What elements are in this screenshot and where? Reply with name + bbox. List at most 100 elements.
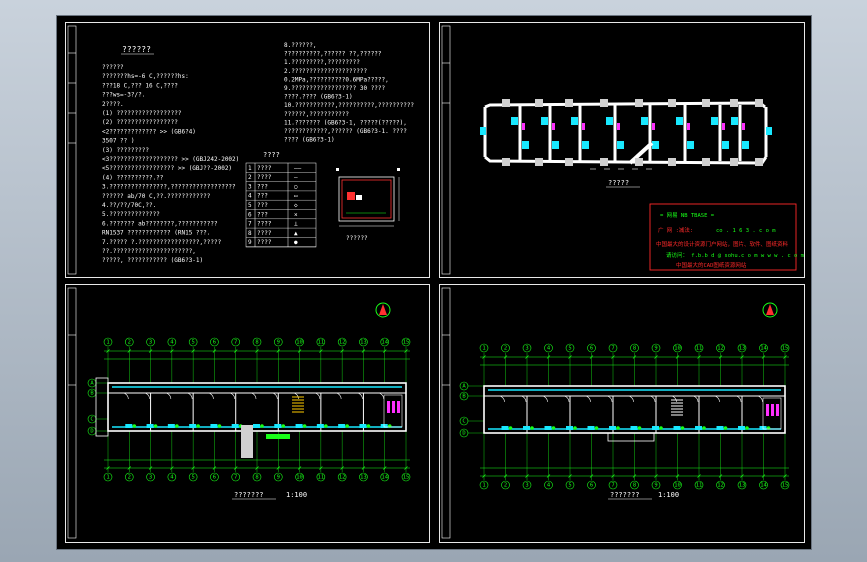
- legend-symbol: ——: [294, 165, 302, 172]
- note-line: ???? (GB6?3-1): [284, 137, 335, 144]
- stamp-line3: 中国最大的设计资源门户网站，图片、软件、图纸资料: [656, 240, 789, 248]
- fitting: [535, 99, 543, 107]
- note-line: <3??????????????????? >> (GBJ242-2002): [102, 156, 239, 163]
- notes-left-column: ?????? ???????hs=-6 C,??????hs: ???18 C,??…: [102, 64, 239, 264]
- cad-viewport[interactable]: ?????? ?????? ???????hs=-6 C,??????hs:???…: [0, 0, 867, 562]
- note-line: (3) ?????????: [102, 147, 149, 154]
- radiator: [316, 424, 324, 428]
- sheet-system-diagram[interactable]: ????? = 网易 NB TBASE = 广 网 :减法: co . 1 6 …: [439, 22, 805, 278]
- axis-label-bottom: 13: [360, 475, 367, 481]
- radiator: [582, 141, 589, 149]
- axis-label-top: 10: [296, 340, 303, 346]
- end-bay: [95, 377, 109, 437]
- valve: [530, 426, 534, 430]
- detail-drawing: [336, 168, 400, 227]
- drawing-canvas[interactable]: ?????? ?????? ???????hs=-6 C,??????hs:???…: [56, 15, 812, 550]
- note-line: 1.?????????,?????????: [284, 59, 360, 66]
- floor-plan-1-svg: ??????? 1:100 11223344556677889910101111…: [67, 287, 411, 539]
- radiator: [738, 426, 745, 430]
- note-line: 3507 ?? ): [102, 138, 135, 145]
- axis-label-top: 5: [568, 346, 571, 352]
- legend-title: ????: [263, 151, 280, 159]
- title-block-strip: [441, 25, 451, 275]
- source-stamp: = 网易 NB TBASE = 广 网 :减法: co . 1 6 3 . c …: [649, 203, 804, 271]
- note-line: ??????????,?????? ??,??????: [284, 51, 382, 58]
- axis-label-bottom: 5: [191, 475, 194, 481]
- valve: [217, 424, 222, 428]
- title-block-strip: [67, 287, 77, 539]
- door-swing: [713, 395, 720, 403]
- sheet-design-notes[interactable]: ?????? ?????? ???????hs=-6 C,??????hs:???…: [65, 22, 430, 278]
- heating-system-diagram: [480, 99, 772, 170]
- axis-label-top: 15: [403, 340, 410, 346]
- valve: [551, 426, 556, 430]
- axis-label-top: 6: [590, 346, 593, 352]
- note-line: 4.??/??/70C,??.: [102, 202, 156, 209]
- plan2-scale: 1:100: [658, 491, 679, 499]
- valve: [324, 424, 328, 428]
- title-block-strip: [67, 25, 77, 275]
- sheet-floor-plan-2[interactable]: ??????? 1:100 1 1 2 2 3 3 4 4 5 5 6 6 7 7 8 8 9 9 10 10 11 11…: [439, 284, 805, 543]
- note-line: 10.???????????,??????????,??????????: [284, 102, 414, 109]
- fitting: [702, 158, 710, 166]
- axis-label-top: 4: [547, 346, 551, 352]
- axis-label-bottom: 1: [106, 475, 109, 481]
- axis-label-bottom: 6: [213, 475, 216, 481]
- axis-label-bottom: 12: [339, 475, 346, 481]
- legend-symbol: ◇: [294, 202, 298, 209]
- door-swing: [648, 395, 656, 403]
- stamp-line2: 广 网 :减法:: [658, 226, 693, 234]
- sanitary-fixture: [397, 401, 400, 413]
- sanitary-fixture: [392, 401, 395, 413]
- legend-index: 9: [248, 239, 252, 246]
- radiator: [541, 117, 548, 125]
- axis-label-top: 1: [482, 346, 485, 352]
- radiator: [274, 424, 282, 428]
- note-line: 0.2MPa,??????????0.6MPa?????,: [284, 76, 389, 83]
- sanitary-fixture: [387, 401, 390, 413]
- stamp-line4: 请访问： f.b.b d @ sohu.c o m w w w . c o m: [666, 251, 804, 259]
- axis-label-bottom: 6: [590, 483, 593, 489]
- axis-label-bottom: 7: [611, 483, 614, 489]
- note-line: 8.??????,: [284, 42, 317, 49]
- door-swing: [670, 395, 677, 403]
- legend-index: 7: [248, 221, 252, 228]
- note-line: 7.????? ?.?????????????????,?????: [102, 239, 222, 246]
- door-swing: [228, 392, 236, 400]
- legend-index: 5: [248, 202, 252, 209]
- legend-index: 3: [248, 183, 252, 190]
- note-line: 11.??????? (GB6?3-1, ?????(?????),: [284, 119, 407, 126]
- axis-label-top: 2: [504, 346, 507, 352]
- axis-label-bottom: 14: [381, 475, 388, 481]
- note-line: 2.?????????????????????: [284, 68, 367, 75]
- valve: [617, 123, 620, 130]
- valve: [153, 424, 158, 428]
- valve: [745, 426, 749, 430]
- valve: [281, 424, 286, 428]
- radiator: [210, 424, 218, 428]
- axis-label-left: D: [90, 429, 93, 435]
- radiator: [552, 141, 559, 149]
- axis-label-bottom: 4: [170, 475, 174, 481]
- axis-label-left: B: [462, 394, 466, 400]
- radiator: [609, 426, 616, 430]
- radiator: [501, 426, 509, 430]
- door-swing: [584, 395, 591, 403]
- notes-right-column: 8.??????, ??????????,?????? ??,??????1.??…: [284, 42, 414, 144]
- axis-label-bottom: 11: [318, 475, 325, 481]
- plan1-caption: ???????: [234, 491, 264, 499]
- radiator: [146, 424, 154, 428]
- fitting: [635, 158, 643, 166]
- sheet-floor-plan-1[interactable]: ??????? 1:100 1 1 2 2 3 3 4 4 5 5 6 6 7 7 8 8 9 9 10 10 11 11…: [65, 284, 430, 543]
- radiator: [687, 141, 694, 149]
- legend-index: 4: [248, 193, 252, 200]
- fitting: [668, 99, 676, 107]
- door-swing: [541, 395, 548, 403]
- note-line: ???18 C,??? 16 C,????: [102, 82, 178, 89]
- note-line: <2????????????? >> (GB6?4): [102, 128, 196, 135]
- fitting: [635, 99, 643, 107]
- axis-label-top: 6: [213, 340, 216, 346]
- radiator: [566, 426, 573, 430]
- note-line: 2????.: [102, 101, 124, 108]
- legend-rows: 1???? —— 2???? — 3??? ○ 4??? ▭ 5??? ◇ 6??? × 7???? ⊥ 8…: [246, 165, 316, 247]
